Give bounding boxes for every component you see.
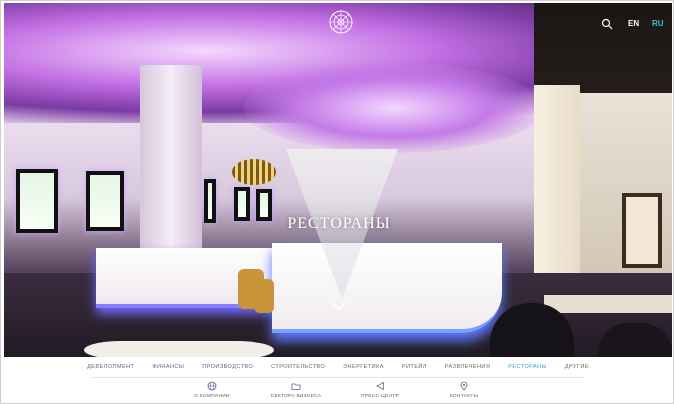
menu-item-contacts[interactable]: КОНТАКТЫ [439, 379, 489, 403]
nav-item-energy[interactable]: ЭНЕРГЕТИКА [343, 364, 384, 370]
menu-item-press-center[interactable]: ПРЕСС-ЦЕНТР [355, 379, 405, 403]
hero-column [140, 65, 202, 265]
hero-table [84, 341, 274, 357]
folder-icon [291, 383, 301, 390]
lang-ru-link[interactable]: RU [652, 19, 664, 28]
hero-wall-art [234, 187, 250, 221]
hero-wall-art [16, 169, 58, 233]
lang-en-link[interactable]: EN [628, 19, 639, 28]
page-frame: РЕСТОРАНЫ EN RU ДЕВЕЛОПМЕНТ ФИНАНСЫ ПРОИ… [0, 0, 674, 404]
nav-item-development[interactable]: ДЕВЕЛОПМЕНТ [87, 364, 134, 370]
nav-item-finance[interactable]: ФИНАНСЫ [152, 364, 184, 370]
nav-item-retail[interactable]: РИТЕЙЛ [402, 364, 427, 370]
hero-doorway [622, 193, 662, 268]
hero-title: РЕСТОРАНЫ [287, 215, 391, 232]
menu-item-business-sectors[interactable]: СЕКТОРА БИЗНЕСА [271, 379, 321, 403]
hero-table [544, 295, 672, 313]
nav-item-other[interactable]: ДРУГИЕ [565, 364, 589, 370]
hero-column [534, 85, 580, 295]
hero-lamp [232, 159, 276, 185]
menu-item-label: КОНТАКТЫ [449, 394, 479, 399]
sector-nav: ДЕВЕЛОПМЕНТ ФИНАНСЫ ПРОИЗВОДСТВО СТРОИТЕ… [1, 359, 674, 375]
hero-chair [254, 279, 274, 313]
top-bar: EN RU [4, 3, 672, 43]
hero-wall-art [86, 171, 124, 231]
rosette-logo-icon[interactable] [328, 9, 354, 35]
nav-item-construction[interactable]: СТРОИТЕЛЬСТВО [271, 364, 325, 370]
hero-wall-art [256, 189, 272, 221]
menu-item-label: ПРЕСС-ЦЕНТР [360, 394, 399, 399]
hero-wall-art [204, 179, 216, 223]
nav-item-production[interactable]: ПРОИЗВОДСТВО [202, 364, 253, 370]
menu-item-label: СЕКТОРА БИЗНЕСА [270, 394, 322, 399]
megaphone-icon [376, 381, 384, 391]
nav-item-entertainment[interactable]: РАЗВЛЕЧЕНИЯ [445, 364, 490, 370]
hero-ceiling-light [244, 63, 544, 153]
map-pin-icon [460, 381, 468, 391]
nav-divider [91, 377, 585, 378]
globe-icon [207, 381, 217, 391]
menu-item-about[interactable]: О КОМПАНИИ [187, 379, 237, 403]
main-menu: О КОМПАНИИ СЕКТОРА БИЗНЕСА ПРЕСС-ЦЕНТР К… [1, 379, 674, 403]
menu-item-label: О КОМПАНИИ [194, 394, 230, 399]
nav-item-restaurants[interactable]: РЕСТОРАНЫ [508, 364, 547, 370]
search-icon[interactable] [601, 18, 613, 30]
chevron-down-icon[interactable] [331, 299, 347, 313]
hero-bar-counter [272, 243, 502, 333]
